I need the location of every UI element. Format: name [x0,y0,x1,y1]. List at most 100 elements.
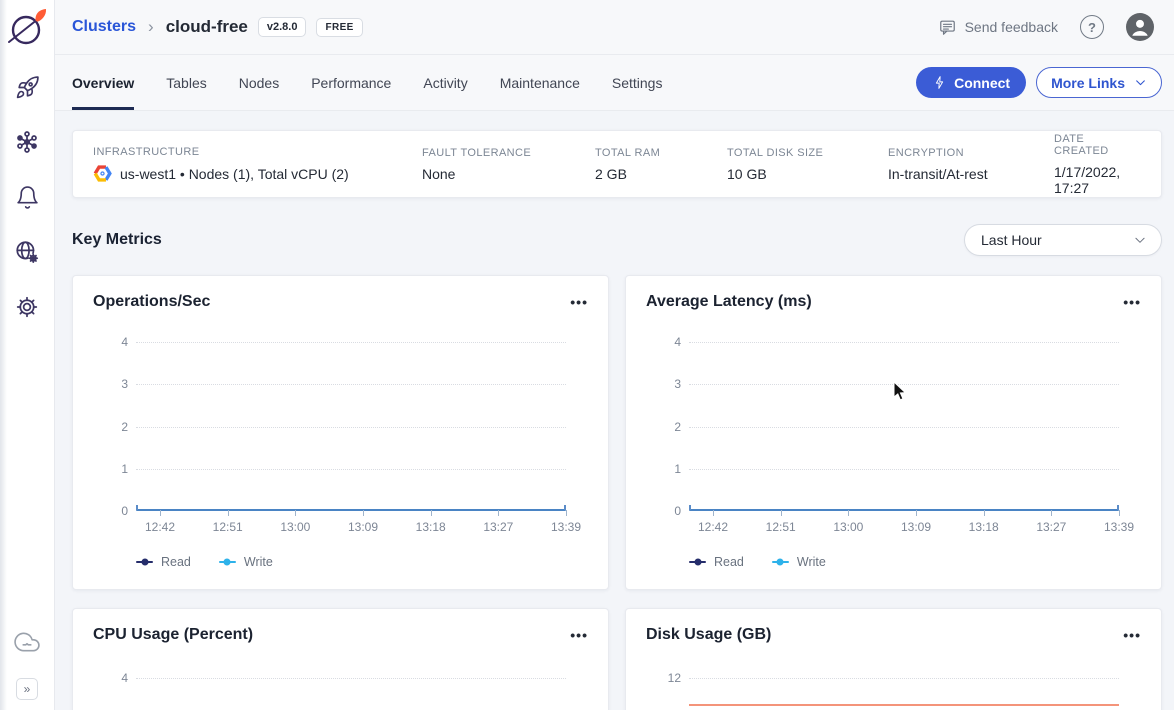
more-links-button[interactable]: More Links [1036,67,1162,98]
legend-label: Write [244,555,273,569]
info-label: TOTAL DISK SIZE [727,147,888,159]
info-field-fault-tolerance: FAULT TOLERANCE None [422,147,595,182]
more-links-label: More Links [1051,75,1125,91]
tab-activity[interactable]: Activity [423,55,467,110]
app-logo[interactable] [4,5,50,51]
chart-card-operations-per-sec: Operations/Sec ••• 0123412:4212:5113:001… [72,275,609,590]
chart-header: CPU Usage (Percent) ••• [73,609,608,644]
chart-legend: Read Write [136,555,273,569]
user-avatar[interactable] [1126,13,1154,41]
tab-overview[interactable]: Overview [72,55,134,110]
x-axis-tick [566,510,567,516]
disk-capacity-line [689,704,1119,706]
info-value: In-transit/At-rest [888,166,1054,182]
legend-label: Write [797,555,826,569]
legend-dot [694,559,701,566]
y-axis-tick-label: 0 [651,504,681,518]
network-diagram-icon[interactable] [13,128,41,156]
y-axis-tick-label: 0 [98,504,128,518]
chart-card-average-latency: Average Latency (ms) ••• 0123412:4212:51… [625,275,1162,590]
gridline [136,384,566,385]
chart-menu-ellipsis-icon[interactable]: ••• [570,295,588,309]
chart-plot-area: 0123412:4212:5113:0013:0913:1813:2713:39 [136,342,566,511]
clusters-rocket-icon[interactable] [13,73,41,101]
info-field-total-ram: TOTAL RAM 2 GB [595,147,727,182]
x-axis-tick [363,510,364,516]
gridline [689,469,1119,470]
top-header: Clusters › cloud-free v2.8.0 FREE Send f… [55,0,1174,55]
info-value: us-west1 • Nodes (1), Total vCPU (2) [93,165,422,182]
cluster-tab-bar: Overview Tables Nodes Performance Activi… [55,55,1174,111]
planet-rocket-logo-icon [5,6,49,50]
time-range-select[interactable]: Last Hour [964,224,1162,256]
key-metrics-header: Key Metrics Last Hour [72,224,1162,256]
chart-title: Average Latency (ms) [646,293,812,311]
info-value: 10 GB [727,166,888,182]
cluster-info-bar: INFRASTRUCTURE us-west1 • Nodes (1), Tot… [72,130,1162,198]
tab-maintenance[interactable]: Maintenance [500,55,580,110]
x-axis-tick-label: 13:27 [1036,520,1066,534]
x-axis-tick [984,510,985,516]
connect-button[interactable]: Connect [916,67,1026,98]
x-axis-tick-label: 13:00 [833,520,863,534]
help-icon[interactable]: ? [1080,15,1104,39]
x-axis-tick [848,510,849,516]
chart-menu-ellipsis-icon[interactable]: ••• [1123,628,1141,642]
tab-nodes[interactable]: Nodes [239,55,279,110]
page-title-cluster-name: cloud-free [166,17,248,37]
x-axis-tick-label: 12:42 [698,520,728,534]
settings-gear-icon[interactable] [13,293,41,321]
x-axis-tick-label: 13:00 [280,520,310,534]
info-field-total-disk-size: TOTAL DISK SIZE 10 GB [727,147,888,182]
chart-title: CPU Usage (Percent) [93,626,253,644]
legend-label: Read [161,555,191,569]
app-root: » Clusters › cloud-free v2.8.0 FREE Send… [0,0,1174,710]
info-label: DATE CREATED [1054,133,1141,157]
tab-settings[interactable]: Settings [612,55,663,110]
breadcrumb-clusters-link[interactable]: Clusters [72,18,136,36]
legend-item-write[interactable]: Write [219,555,273,569]
cloud-status-icon[interactable] [13,628,41,656]
expand-sidebar-button[interactable]: » [16,678,38,700]
x-axis-tick [228,510,229,516]
x-axis-tick [1051,510,1052,516]
y-axis-tick-label: 1 [98,462,128,476]
chart-header: Operations/Sec ••• [73,276,608,311]
legend-marker-icon [136,561,153,564]
info-label: INFRASTRUCTURE [93,146,422,158]
legend-item-read[interactable]: Read [136,555,191,569]
x-axis-tick-label: 13:18 [969,520,999,534]
person-icon [1126,13,1154,41]
x-axis-tick-label: 13:39 [551,520,581,534]
main-area: Clusters › cloud-free v2.8.0 FREE Send f… [55,0,1174,710]
gcp-icon [93,165,112,182]
regions-globe-gear-icon[interactable] [13,238,41,266]
chart-grid: Operations/Sec ••• 0123412:4212:5113:001… [72,275,1162,710]
chart-menu-ellipsis-icon[interactable]: ••• [570,628,588,642]
gridline [689,384,1119,385]
chart-menu-ellipsis-icon[interactable]: ••• [1123,295,1141,309]
header-actions: Send feedback ? [938,13,1154,41]
legend-item-read[interactable]: Read [689,555,744,569]
send-feedback-button[interactable]: Send feedback [938,18,1058,37]
x-axis-tick-label: 13:39 [1104,520,1134,534]
y-axis-tick-label: 3 [651,377,681,391]
alerts-bell-icon[interactable] [13,183,41,211]
y-axis-tick-label: 2 [651,420,681,434]
legend-item-write[interactable]: Write [772,555,826,569]
feedback-bubble-icon [938,18,957,37]
x-axis-tick [916,510,917,516]
tab-performance[interactable]: Performance [311,55,391,110]
legend-dot [224,559,231,566]
gridline [689,342,1119,343]
info-value: 1/17/2022, 17:27 [1054,164,1141,196]
chevron-down-icon [1134,76,1147,89]
x-axis-tick [498,510,499,516]
chart-legend: Read Write [689,555,826,569]
legend-label: Read [714,555,744,569]
info-field-infrastructure: INFRASTRUCTURE us-west1 • Nodes (1), Tot… [93,146,422,182]
tab-tables[interactable]: Tables [166,55,206,110]
breadcrumb-separator: › [148,17,154,37]
flat-series-line-at-zero [689,509,1119,511]
chart-plot-area: 12 [689,675,1119,710]
